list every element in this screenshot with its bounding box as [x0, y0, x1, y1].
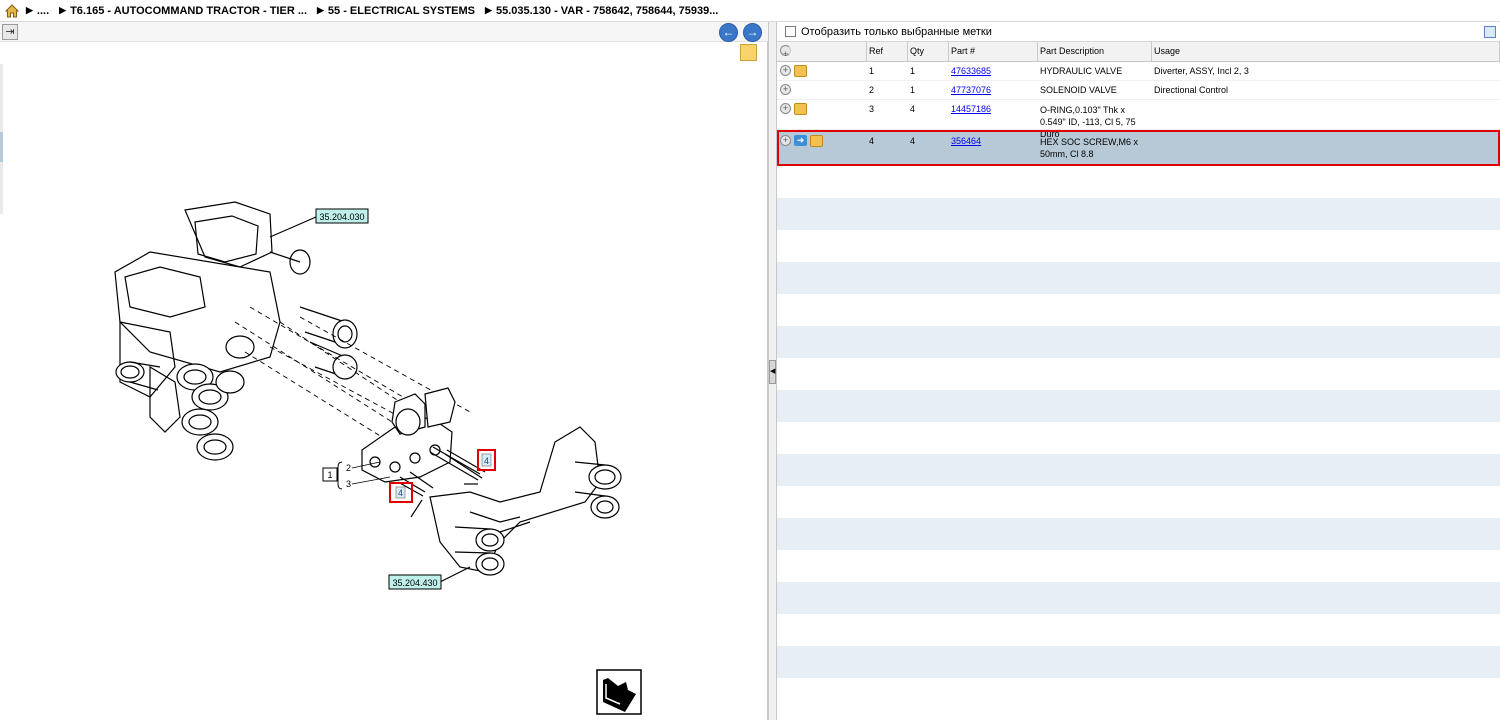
empty-rows — [777, 166, 1500, 710]
pane-splitter[interactable]: ◀ — [768, 22, 777, 720]
svg-text:2: 2 — [346, 463, 351, 473]
cell-qty: 4 — [910, 104, 916, 114]
cell-usage: Directional Control — [1154, 85, 1229, 95]
cell-desc: HYDRAULIC VALVE — [1040, 66, 1123, 76]
breadcrumb-item[interactable]: ▶.... — [26, 5, 49, 17]
cell-qty: 4 — [910, 136, 916, 146]
package-icon[interactable] — [794, 103, 807, 115]
show-selected-only-checkbox[interactable] — [785, 26, 796, 37]
header-usage[interactable]: Usage — [1152, 42, 1500, 61]
header-qty[interactable]: Qty — [908, 42, 949, 61]
show-selected-only-label: Отобразить только выбранные метки — [801, 25, 992, 38]
triangle-right-icon: ▶ — [485, 5, 492, 15]
table-row[interactable]: + 1 1 47633685 HYDRAULIC VALVE Diverter,… — [777, 62, 1500, 81]
cell-ref: 3 — [869, 104, 875, 114]
header-part[interactable]: Part # — [949, 42, 1038, 61]
label-4-highlight-left[interactable]: 4 — [389, 482, 413, 503]
cell-part: 356464 — [949, 132, 1038, 165]
cell-desc: SOLENOID VALVE — [1040, 85, 1117, 95]
table-row[interactable]: + 3 4 14457186 O-RING,0.103" Thk x 0.549… — [777, 100, 1500, 139]
package-icon[interactable] — [810, 135, 823, 147]
cell-ref: 2 — [869, 85, 875, 95]
header-icon-cell: + — [777, 42, 867, 61]
triangle-right-icon: ▶ — [59, 5, 67, 15]
cell-ref: 1 — [869, 66, 875, 76]
triangle-right-icon: ▶ — [317, 5, 324, 15]
svg-text:4: 4 — [484, 456, 489, 466]
grid-view-icon[interactable] — [1484, 26, 1496, 38]
cell-qty: 1 — [910, 85, 916, 95]
part-number-link[interactable]: 47737076 — [951, 85, 991, 95]
svg-text:35.204.030: 35.204.030 — [319, 212, 364, 222]
label-4-highlight-right[interactable]: 4 — [477, 449, 496, 471]
table-row[interactable]: + 2 1 47737076 SOLENOID VALVE Directiona… — [777, 81, 1500, 100]
expand-row-icon[interactable]: + — [780, 103, 791, 114]
cell-ref: 4 — [869, 136, 875, 146]
home-icon[interactable] — [4, 3, 20, 19]
part-number-link[interactable]: 356464 — [951, 136, 981, 146]
expand-row-icon[interactable]: + — [780, 65, 791, 76]
diagram-pane: ⇥ ← → 35.204.030 35.204.430 1 2 3 4 4 — [0, 22, 768, 720]
collapse-arrow-icon[interactable]: ◀ — [769, 360, 776, 384]
cell-desc: O-RING,0.103" Thk x 0.549" ID, -113, Cl … — [1040, 105, 1136, 139]
expand-all-icon[interactable]: + — [780, 45, 791, 59]
go-to-part-icon[interactable]: ➜ — [794, 135, 807, 146]
breadcrumb-item[interactable]: ▶ 55.035.130 - VAR - 758642, 758644, 7593… — [485, 5, 718, 17]
filter-bar: Отобразить только выбранные метки — [777, 22, 1500, 42]
callout-35-204-030[interactable]: 35.204.030 — [315, 208, 369, 224]
breadcrumb: ▶.... ▶ T6.165 - AUTOCOMMAND TRACTOR - TI… — [0, 0, 1500, 22]
breadcrumb-item[interactable]: ▶ T6.165 - AUTOCOMMAND TRACTOR - TIER ... — [59, 5, 307, 17]
part-number-link[interactable]: 47633685 — [951, 66, 991, 76]
triangle-right-icon: ▶ — [26, 5, 33, 15]
expand-row-icon[interactable]: + — [780, 135, 791, 146]
parts-diagram: 35.204.030 35.204.430 1 2 3 4 4 — [114, 201, 642, 715]
cell-usage: Diverter, ASSY, Incl 2, 3 — [1154, 66, 1249, 76]
cell-usage — [1152, 132, 1500, 165]
part-number-link[interactable]: 14457186 — [951, 104, 991, 114]
row-icons: + — [777, 100, 867, 129]
cell-part: 14457186 — [949, 100, 1038, 129]
next-diagram-arrow-icon[interactable] — [596, 669, 642, 715]
svg-text:4: 4 — [398, 488, 403, 498]
table-header: + Ref Qty Part # Part Description Usage — [777, 42, 1500, 62]
cell-desc: HEX SOC SCREW,M6 x 50mm, Cl 8.8 — [1040, 137, 1139, 159]
callout-35-204-430[interactable]: 35.204.430 — [388, 574, 442, 590]
row-icons: + — [777, 62, 867, 80]
package-icon[interactable] — [794, 65, 807, 77]
header-ref[interactable]: Ref — [867, 42, 908, 61]
cell-qty: 1 — [910, 66, 916, 76]
svg-text:35.204.430: 35.204.430 — [392, 578, 437, 588]
table-row-selected[interactable]: + ➜ 4 4 356464 HEX SOC SCREW,M6 x 50mm, … — [777, 130, 1500, 166]
svg-text:3: 3 — [346, 479, 351, 489]
breadcrumb-item[interactable]: ▶ 55 - ELECTRICAL SYSTEMS — [317, 5, 475, 17]
cell-usage — [1152, 100, 1500, 129]
row-icons: + — [777, 81, 867, 99]
svg-text:1: 1 — [327, 470, 332, 480]
cell-part: 47633685 — [949, 62, 1038, 80]
row-icons: + ➜ — [777, 132, 867, 165]
parts-list-pane: Отобразить только выбранные метки + Ref … — [777, 22, 1500, 720]
expand-row-icon[interactable]: + — [780, 84, 791, 95]
parts-table: + Ref Qty Part # Part Description Usage … — [777, 42, 1500, 710]
header-desc[interactable]: Part Description — [1038, 42, 1152, 61]
cell-part: 47737076 — [949, 81, 1038, 99]
